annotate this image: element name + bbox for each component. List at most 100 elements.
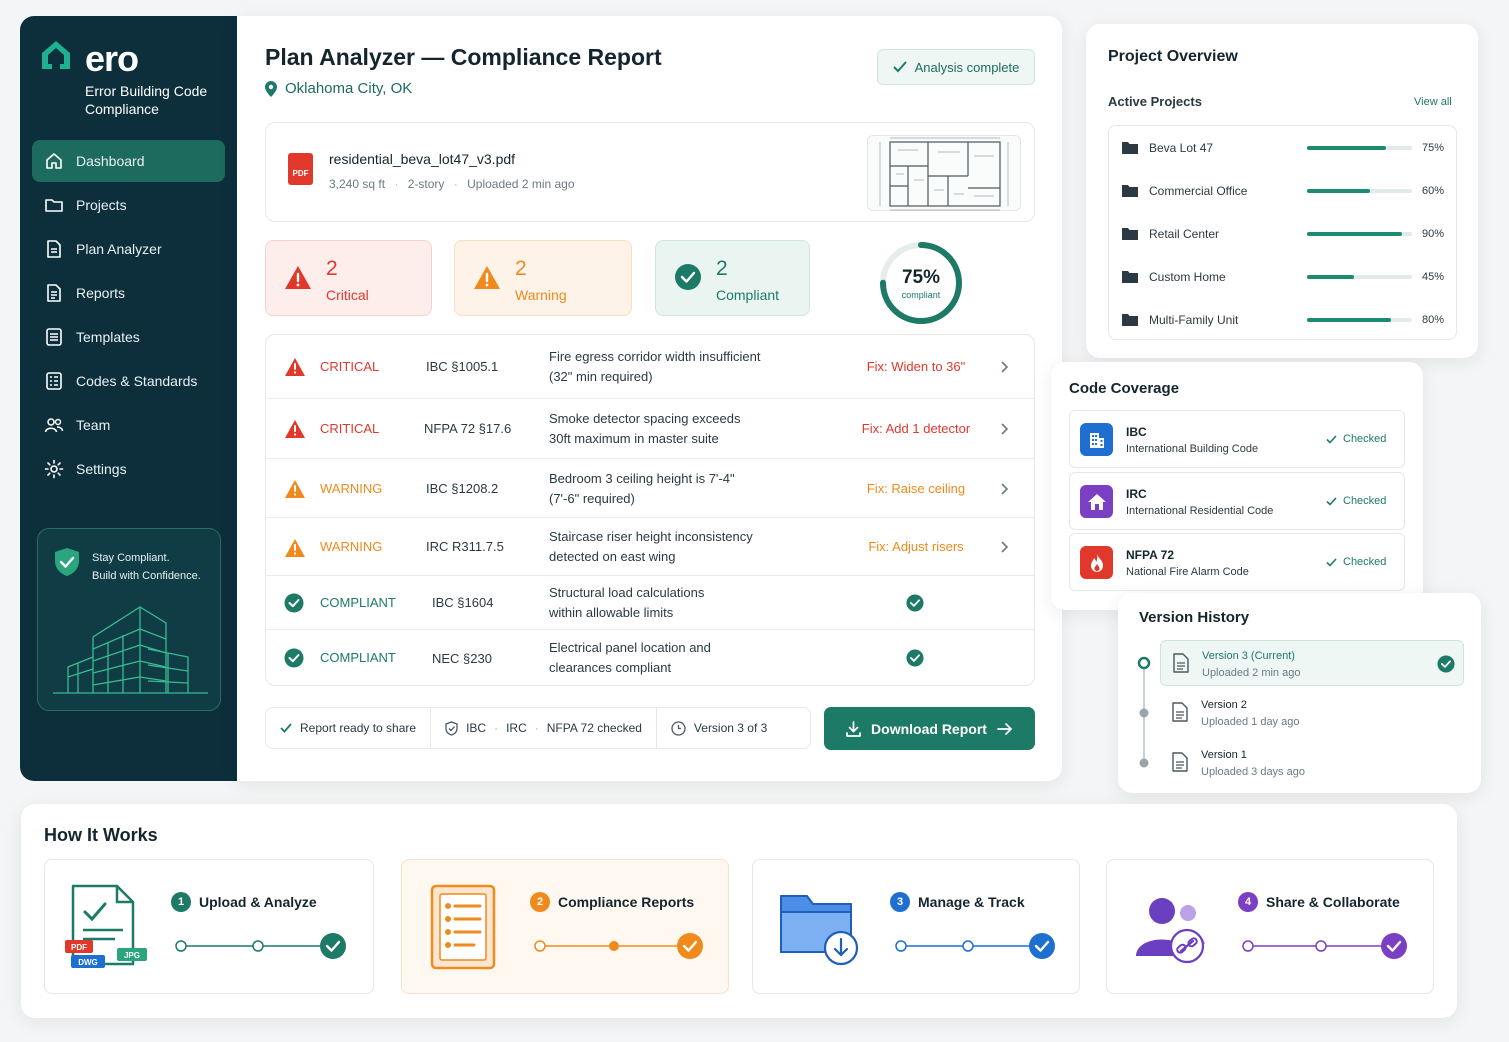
version-item-current[interactable]: Version 3 (Current) Uploaded 2 min ago (1160, 640, 1464, 686)
step-share-collaborate[interactable]: 4 Share & Collaborate (1106, 859, 1434, 994)
step-number-badge: 3 (890, 892, 910, 912)
severity-label: WARNING (320, 539, 383, 554)
table-row[interactable]: WARNING IRC R311.7.5 Staircase riser hei… (266, 518, 1034, 576)
project-name: Custom Home (1149, 269, 1226, 284)
project-row[interactable]: Multi-Family Unit 80% (1109, 298, 1458, 341)
compliance-score-gauge: 75% compliant (878, 240, 964, 326)
chevron-right-icon[interactable] (1001, 423, 1009, 435)
table-row[interactable]: COMPLIANT IBC §1604 Structural load calc… (266, 576, 1034, 630)
folder-icon (1122, 185, 1138, 197)
check-icon (280, 723, 292, 733)
arrow-right-icon (997, 722, 1012, 735)
file-name: residential_beva_lot47_v3.pdf (329, 151, 516, 167)
how-it-works-section: How It Works PDF JPG DWG 1 Upload & Anal… (21, 804, 1457, 1018)
compliant-count: 2 (716, 257, 728, 280)
team-share-icon (1136, 898, 1205, 964)
download-report-button[interactable]: Download Report (824, 707, 1035, 750)
fix-suggestion: Fix: Adjust risers (868, 539, 964, 554)
report-ready-status: Report ready to share (266, 708, 432, 748)
fix-suggestion: Fix: Widen to 36" (866, 359, 966, 374)
sidebar-item-projects[interactable]: Projects (32, 184, 225, 226)
table-row[interactable]: WARNING IBC §1208.2 Bedroom 3 ceiling he… (266, 459, 1034, 518)
version-item[interactable]: Version 2 Uploaded 1 day ago (1160, 690, 1464, 736)
report-ready-text: Report ready to share (300, 721, 417, 735)
project-row[interactable]: Commercial Office 60% (1109, 169, 1458, 212)
sidebar-item-reports[interactable]: Reports (32, 272, 225, 314)
folder-icon (45, 199, 63, 212)
project-name: Commercial Office (1149, 183, 1248, 198)
version-text: Version 3 of 3 (693, 721, 768, 735)
location: Oklahoma City, OK (265, 80, 412, 97)
sidebar-item-templates[interactable]: Templates (32, 316, 225, 358)
code-reference: IBC §1005.1 (426, 359, 499, 374)
coverage-status: Checked (1326, 556, 1386, 568)
coverage-code-name: National Fire Alarm Code (1126, 566, 1249, 578)
coverage-item-ibc[interactable]: IBC International Building Code Checked (1069, 410, 1405, 468)
issue-description-line-2: detected on east wing (549, 549, 676, 564)
warning-count: 2 (515, 257, 527, 280)
critical-count-card[interactable]: 2 Critical (265, 240, 432, 316)
uploaded-file-card[interactable]: PDF residential_beva_lot47_v3.pdf 3,240 … (265, 122, 1035, 222)
download-report-label: Download Report (871, 720, 987, 737)
promo-line-1: Stay Compliant. (92, 552, 170, 564)
coverage-status-text: Checked (1343, 433, 1387, 445)
file-tag-pdf: PDF (71, 943, 87, 952)
coverage-status: Checked (1326, 433, 1386, 445)
folder-icon (1122, 271, 1138, 283)
project-progress-fill (1307, 145, 1386, 150)
file-tag-jpg: JPG (124, 951, 140, 960)
file-tag-dwg: DWG (78, 958, 98, 967)
issue-description: Bedroom 3 ceiling height is 7'-4" (7'-6" … (549, 469, 819, 509)
severity-label: CRITICAL (320, 359, 380, 374)
sidebar-item-settings[interactable]: Settings (32, 448, 225, 490)
compliant-count-card[interactable]: 2 Compliant (655, 240, 810, 316)
document-icon (1173, 653, 1189, 673)
view-all-link[interactable]: View all (1414, 96, 1452, 108)
sidebar-item-team[interactable]: Team (32, 404, 225, 446)
project-progress-bar (1307, 188, 1412, 193)
table-row[interactable]: COMPLIANT NEC §230 Electrical panel loca… (266, 630, 1034, 685)
checklist-report-icon (430, 884, 496, 970)
analysis-status-badge: Analysis complete (877, 49, 1035, 85)
step-upload-analyze[interactable]: PDF JPG DWG 1 Upload & Analyze (44, 859, 374, 994)
sidebar-item-codes-standards[interactable]: Codes & Standards (32, 360, 225, 402)
step-number-badge: 4 (1238, 892, 1258, 912)
table-row[interactable]: CRITICAL IBC §1005.1 Fire egress corrido… (266, 335, 1034, 399)
clock-icon (671, 720, 686, 736)
sidebar-item-label: Codes & Standards (76, 373, 198, 389)
coverage-code-name: International Residential Code (1126, 505, 1274, 517)
step-manage-track[interactable]: 3 Manage & Track (752, 859, 1080, 994)
compliant-check-icon (675, 264, 701, 290)
project-name: Multi-Family Unit (1149, 312, 1239, 327)
step-label: Compliance Reports (558, 894, 695, 910)
warning-count-card[interactable]: 2 Warning (454, 240, 632, 316)
project-row[interactable]: Beva Lot 47 75% (1109, 126, 1458, 169)
project-row[interactable]: Custom Home 45% (1109, 255, 1458, 298)
coverage-item-nfpa-72[interactable]: NFPA 72 National Fire Alarm Code Checked (1069, 533, 1405, 591)
project-row[interactable]: Retail Center 90% (1109, 212, 1458, 255)
floor-plan-thumbnail[interactable] (867, 135, 1021, 211)
coverage-item-irc[interactable]: IRC International Residential Code Check… (1069, 472, 1405, 530)
warning-label: Warning (515, 287, 567, 303)
file-stories: 2-story (407, 177, 445, 191)
critical-warning-icon (285, 420, 305, 438)
check-icon (1326, 496, 1337, 506)
chevron-right-icon[interactable] (1001, 361, 1009, 373)
sidebar-item-dashboard[interactable]: Dashboard (32, 140, 225, 182)
chevron-right-icon[interactable] (1001, 483, 1009, 495)
brand-name: ero (85, 38, 139, 79)
step-compliance-reports[interactable]: 2 Compliance Reports (401, 859, 729, 994)
page-title: Plan Analyzer — Compliance Report (265, 44, 662, 70)
project-percent: 45% (1422, 270, 1445, 283)
project-percent: 90% (1422, 227, 1445, 240)
sidebar-item-plan-analyzer[interactable]: Plan Analyzer (32, 228, 225, 270)
sidebar-item-label: Plan Analyzer (76, 241, 162, 257)
check-icon (892, 61, 907, 73)
issue-description-line-1: Fire egress corridor width insufficient (549, 349, 761, 364)
table-row[interactable]: CRITICAL NFPA 72 §17.6 Smoke detector sp… (266, 399, 1034, 459)
folder-icon (1122, 314, 1138, 326)
chevron-right-icon[interactable] (1001, 541, 1009, 553)
version-item[interactable]: Version 1 Uploaded 3 days ago (1160, 740, 1464, 786)
document-icon (1172, 702, 1188, 722)
coverage-code: IRC (1126, 487, 1147, 501)
